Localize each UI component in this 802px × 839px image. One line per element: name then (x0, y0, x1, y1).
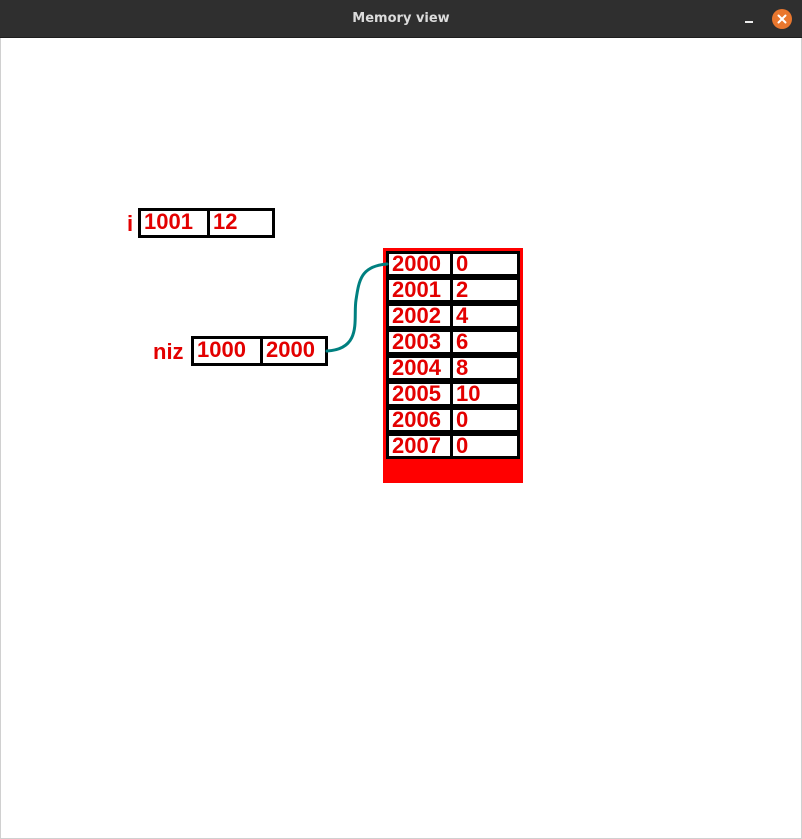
array-row-value: 6 (456, 332, 469, 352)
title-bar[interactable]: Memory view (0, 0, 802, 38)
array-row: 2000 0 (386, 251, 520, 277)
array-row-value: 0 (456, 436, 469, 456)
array-row: 2002 4 (386, 303, 520, 329)
memory-canvas: i 1001 12 niz 1000 2000 2000 0 2001 2 20… (0, 38, 802, 839)
var-i-value: 12 (213, 211, 238, 234)
var-i-address: 1001 (141, 211, 210, 235)
array-row-address: 2003 (389, 332, 453, 352)
array-row-address: 2000 (389, 254, 453, 274)
var-niz-address: 1000 (194, 339, 263, 363)
close-button[interactable] (772, 9, 792, 29)
array-row: 2006 0 (386, 407, 520, 433)
array-row-value: 8 (456, 358, 469, 378)
array-row-address: 2001 (389, 280, 453, 300)
array-row-address: 2006 (389, 410, 453, 430)
close-icon (777, 14, 787, 24)
array-row-address: 2004 (389, 358, 453, 378)
array-row-value: 4 (456, 306, 469, 326)
array-row-address: 2007 (389, 436, 453, 456)
minimize-button[interactable] (739, 9, 759, 29)
array-row: 2001 2 (386, 277, 520, 303)
array-row-address: 2005 (389, 384, 453, 404)
minimize-icon (745, 21, 753, 23)
array-row-value: 10 (456, 384, 481, 404)
array-row-value: 0 (456, 410, 469, 430)
var-niz-label: niz (153, 339, 184, 364)
var-niz-box: 1000 2000 (191, 336, 328, 366)
array-row: 2005 10 (386, 381, 520, 407)
array-row-value: 0 (456, 254, 469, 274)
array-block: 2000 0 2001 2 2002 4 2003 6 2004 8 2005 … (383, 248, 523, 483)
array-row: 2003 6 (386, 329, 520, 355)
var-i-box: 1001 12 (138, 208, 275, 238)
var-niz-value: 2000 (266, 339, 315, 362)
array-row-value: 2 (456, 280, 469, 300)
window-title: Memory view (352, 11, 450, 26)
array-row: 2007 0 (386, 433, 520, 459)
array-row-address: 2002 (389, 306, 453, 326)
array-row: 2004 8 (386, 355, 520, 381)
var-i-label: i (127, 211, 134, 236)
